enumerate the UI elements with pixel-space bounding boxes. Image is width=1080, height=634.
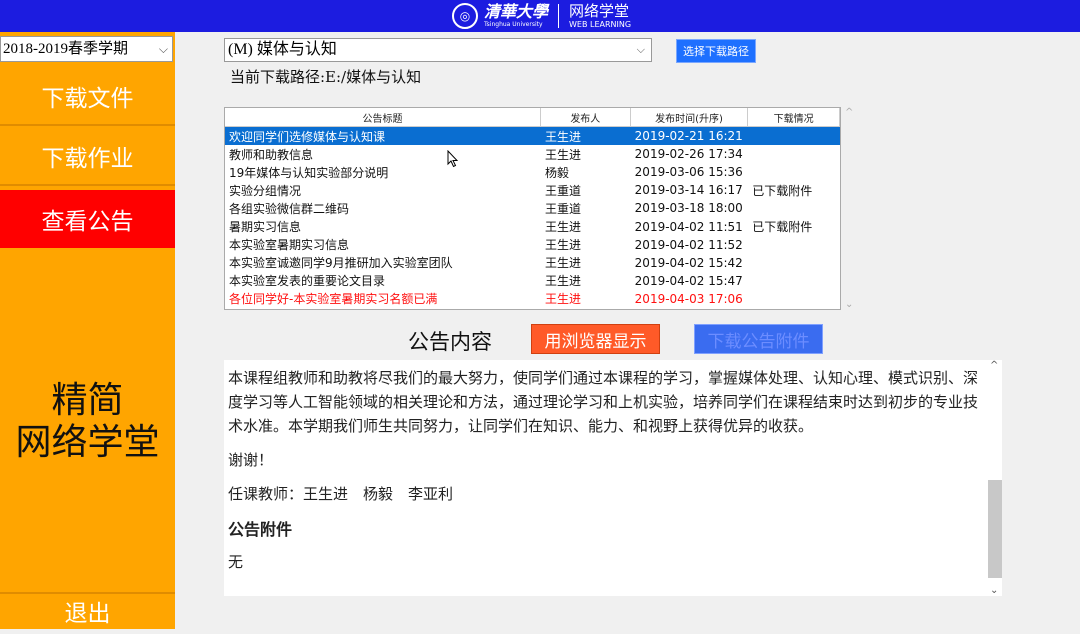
- cell-time: 2019-03-06 15:36: [634, 165, 743, 180]
- university-name-en: Tsinghua University: [484, 21, 543, 28]
- logo-divider: [558, 4, 560, 28]
- cell-title: 本实验室诚邀同学9月推研加入实验室团队: [229, 256, 453, 271]
- cell-title: 19年媒体与认知实验部分说明: [229, 165, 389, 180]
- semester-value: 2018-2019春季学期: [3, 41, 128, 57]
- nav-download-homework[interactable]: 下载作业: [0, 128, 175, 186]
- content-title: 公告内容: [408, 330, 492, 354]
- cell-time: 2019-02-21 16:21: [634, 129, 743, 144]
- table-row[interactable]: 暑期实习信息 王生进 2019-04-02 11:51 已下载附件: [225, 217, 840, 235]
- scrollbar-thumb[interactable]: [988, 480, 1002, 578]
- cell-download-status: 已下载附件: [752, 183, 813, 198]
- site-name: 网络学堂: [569, 1, 630, 20]
- table-row[interactable]: 各组实验微信群二维码 王重道 2019-03-18 18:00: [225, 199, 840, 217]
- course-value: (M) 媒体与认知: [228, 41, 337, 58]
- current-download-path: 当前下载路径:E:/媒体与认知: [230, 68, 422, 86]
- table-row[interactable]: 19年媒体与认知实验部分说明 杨毅 2019-03-06 15:36: [225, 163, 840, 181]
- site-logo: ◎ 清華大學 Tsinghua University 网络学堂 WEB LEAR…: [452, 2, 631, 30]
- chevron-down-icon: ⌵: [158, 42, 168, 56]
- cell-title: 教师和助教信息: [229, 147, 314, 162]
- open-in-browser-button[interactable]: 用浏览器显示: [531, 324, 660, 354]
- table-row[interactable]: 实验分组情况 王重道 2019-03-14 16:17 已下载附件: [225, 181, 840, 199]
- cell-publisher: 王重道: [544, 183, 581, 198]
- mouse-pointer-icon: [447, 150, 459, 168]
- table-row[interactable]: 本实验室发表的重要论文目录 王生进 2019-04-02 15:47: [225, 272, 840, 290]
- scroll-down-icon[interactable]: ⌄: [990, 585, 998, 596]
- content-scrollbar[interactable]: ^ ⌄: [988, 360, 1002, 596]
- table-body: 欢迎同学们选修媒体与认知课 王生进 2019-02-21 16:21 教师和助教信息王…: [225, 127, 840, 308]
- chevron-down-icon: ⌵: [636, 44, 645, 56]
- attachments-value: 无: [228, 553, 244, 571]
- column-header-title[interactable]: 公告标题: [225, 108, 541, 126]
- announcement-content: 本课程组教师和助教将尽我们的最大努力，使同学们通过本课程的学习，掌握媒体处理、认…: [224, 360, 988, 596]
- university-name: 清華大學: [484, 2, 549, 21]
- attachments-heading: 公告附件: [228, 520, 293, 539]
- content-paragraph: 谢谢！: [228, 451, 274, 469]
- cell-time: 2019-04-02 15:42: [634, 255, 743, 270]
- university-seal-icon: ◎: [452, 3, 478, 29]
- cell-time: 2019-04-03 17:06: [634, 291, 743, 306]
- table-scrollbar[interactable]: ^ ⌄: [843, 107, 857, 310]
- cell-title: 本实验室发表的重要论文目录: [229, 274, 386, 289]
- announcement-table: 公告标题 发布人 发布时间(升序) 下载情况 欢迎同学们选修媒体与认知课 王生进 2…: [224, 107, 841, 310]
- cell-publisher: 王生进: [544, 256, 581, 271]
- semester-select[interactable]: 2018-2019春季学期 ⌵: [0, 36, 173, 62]
- scroll-up-icon[interactable]: ^: [845, 107, 853, 118]
- cell-time: 2019-04-02 15:47: [634, 273, 743, 288]
- table-row[interactable]: 教师和助教信息 王生进 2019-02-26 17:34: [225, 145, 840, 163]
- cell-title: 本实验室暑期实习信息: [229, 238, 350, 253]
- content-paragraph: 任课教师：王生进 杨毅 李亚利: [228, 485, 454, 503]
- column-header-time[interactable]: 发布时间(升序): [631, 108, 749, 126]
- table-row[interactable]: 本实验室诚邀同学9月推研加入实验室团队 王生进 2019-04-02 15:42: [225, 254, 840, 272]
- cell-time: 2019-03-18 18:00: [634, 201, 743, 216]
- cell-publisher: 杨毅: [544, 165, 569, 180]
- column-header-publisher[interactable]: 发布人: [541, 108, 631, 126]
- cell-title: 各组实验微信群二维码: [229, 201, 350, 216]
- nav-view-announcements[interactable]: 查看公告: [0, 190, 175, 248]
- column-header-download[interactable]: 下载情况: [748, 108, 840, 126]
- cell-time: 2019-04-02 11:52: [634, 237, 743, 252]
- course-select[interactable]: (M) 媒体与认知 ⌵: [224, 38, 652, 62]
- scroll-up-icon[interactable]: ^: [990, 360, 998, 371]
- table-row[interactable]: 欢迎同学们选修媒体与认知课 王生进 2019-02-21 16:21: [225, 127, 840, 146]
- site-name-en: WEB LEARNING: [569, 19, 632, 29]
- cell-publisher: 王生进: [544, 292, 581, 307]
- scroll-down-icon[interactable]: ⌄: [845, 299, 853, 310]
- content-paragraph: 本课程组教师和助教将尽我们的最大努力，使同学们通过本课程的学习，掌握媒体处理、认…: [228, 369, 979, 435]
- cell-publisher: 王生进: [544, 220, 581, 235]
- table-row[interactable]: 各位同学好-本实验室暑期实习名额已满 王生进 2019-04-03 17:06: [225, 290, 840, 308]
- select-download-path-button[interactable]: 选择下载路径: [676, 39, 756, 63]
- cell-title: 各位同学好-本实验室暑期实习名额已满: [229, 292, 438, 307]
- cell-title: 暑期实习信息: [229, 220, 302, 235]
- cell-download-status: 已下载附件: [752, 220, 813, 235]
- cell-publisher: 王生进: [544, 274, 581, 289]
- table-header: 公告标题 发布人 发布时间(升序) 下载情况: [225, 108, 840, 127]
- cell-publisher: 王生进: [544, 129, 581, 144]
- cell-time: 2019-02-26 17:34: [634, 147, 743, 162]
- cell-time: 2019-03-14 16:17: [634, 183, 743, 198]
- top-banner: ◎ 清華大學 Tsinghua University 网络学堂 WEB LEAR…: [0, 0, 1080, 32]
- cell-title: 实验分组情况: [229, 183, 302, 198]
- cell-time: 2019-04-02 11:51: [634, 219, 743, 234]
- nav-download-files[interactable]: 下载文件: [0, 68, 175, 126]
- table-row[interactable]: 本实验室暑期实习信息 王生进 2019-04-02 11:52: [225, 236, 840, 254]
- cell-title: 欢迎同学们选修媒体与认知课: [229, 129, 386, 144]
- app-brand: 精简 网络学堂: [15, 380, 160, 463]
- cell-publisher: 王生进: [544, 238, 581, 253]
- cell-publisher: 王生进: [544, 147, 581, 162]
- cell-publisher: 王重道: [544, 201, 581, 216]
- exit-button[interactable]: 退出: [0, 592, 175, 629]
- download-attachment-button[interactable]: 下载公告附件: [694, 324, 823, 354]
